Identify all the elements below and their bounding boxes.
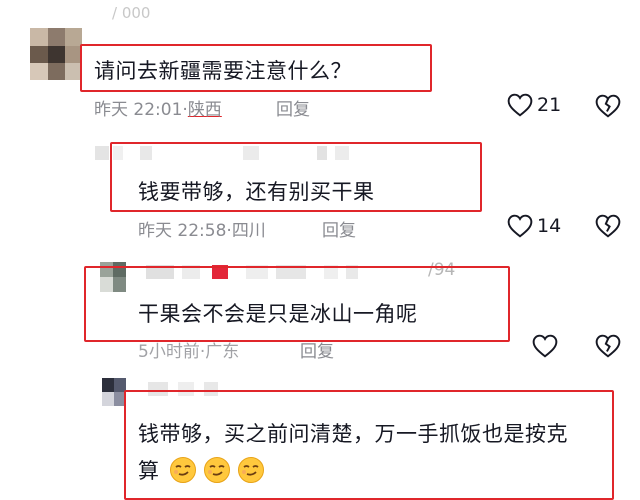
comment-meta: 昨天 22:58·四川 xyxy=(138,216,266,241)
like-icon[interactable] xyxy=(507,93,533,117)
like-icon[interactable] xyxy=(532,334,558,358)
broken-heart-icon[interactable] xyxy=(595,213,621,239)
comment-location: 四川 xyxy=(231,221,266,241)
broken-heart-icon[interactable] xyxy=(595,333,621,359)
avatar[interactable] xyxy=(30,28,82,80)
comment-text: 钱要带够，还有别买干果 xyxy=(138,180,375,204)
comment-text-line2-label: 算 xyxy=(138,459,160,483)
comment-text-line1: 钱带够，买之前问清楚，万一手抓饭也是按克 xyxy=(138,422,568,446)
reply-button[interactable]: 回复 xyxy=(276,95,310,120)
broken-heart-icon[interactable] xyxy=(595,93,621,119)
smirk-emoji-icon xyxy=(237,456,265,489)
smirk-emoji-icon xyxy=(203,456,231,489)
comment-text-line2: 算 xyxy=(138,455,265,489)
comment-text: 干果会不会是只是冰山一角呢 xyxy=(138,302,418,326)
like-count: 21 xyxy=(537,94,562,116)
avatar[interactable] xyxy=(102,378,126,406)
comment-text: 请问去新疆需要注意什么？ xyxy=(94,59,352,83)
like-icon[interactable] xyxy=(507,214,533,238)
comment-time: 昨天 22:58 xyxy=(138,221,227,241)
comment-time: 昨天 22:01 xyxy=(94,100,183,120)
comment-meta: 5小时前·广东 xyxy=(138,337,239,362)
like-count: 14 xyxy=(537,215,562,237)
comment-location: 广东 xyxy=(205,342,240,362)
reply-button[interactable]: 回复 xyxy=(300,337,334,362)
comment-meta: 昨天 22:01·陕西 xyxy=(94,95,222,120)
reply-button[interactable]: 回复 xyxy=(322,216,356,241)
comment-time: 5小时前 xyxy=(138,342,200,362)
comment-location: 陕西 xyxy=(187,100,222,120)
username-fragment: / 000 xyxy=(112,4,151,22)
smirk-emoji-icon xyxy=(169,456,197,489)
